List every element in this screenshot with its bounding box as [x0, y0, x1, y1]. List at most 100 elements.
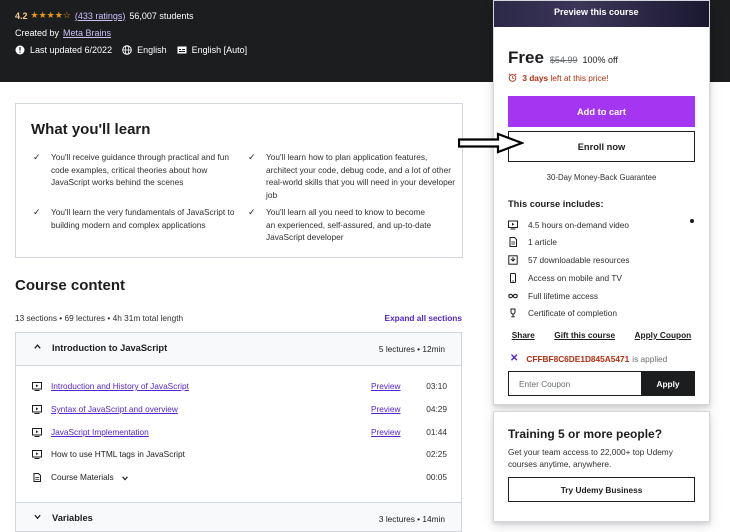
include-text: 1 article [528, 237, 558, 247]
chevron-down-icon [33, 512, 42, 524]
lecture-row: How to use HTML tags in JavaScript 02:25 [16, 448, 463, 462]
learn-title: What you'll learn [31, 121, 151, 138]
chevron-down-icon[interactable] [121, 474, 129, 482]
expand-all-sections-button[interactable]: Expand all sections [385, 313, 462, 323]
course-preview-video[interactable]: Preview this course [494, 1, 709, 27]
video-icon [32, 382, 42, 391]
lecture-row[interactable]: Syntax of JavaScript and overview Previe… [16, 403, 463, 417]
lecture-row[interactable]: Introduction and History of JavaScript P… [16, 380, 463, 394]
include-item: Access on mobile and TV [508, 273, 622, 283]
students-count: 56,007 students [129, 10, 194, 21]
learn-item-text: You'll learn the very fundamentals of Ja… [51, 207, 235, 230]
language-text: English [137, 45, 167, 55]
discount-label: 100% off [582, 55, 618, 65]
gift-course-link[interactable]: Gift this course [554, 330, 615, 340]
created-by-row: Created by Meta Brains [15, 28, 115, 38]
learn-item: ✓ You'll learn how to plan application f… [248, 151, 456, 201]
captions: English [Auto] [177, 45, 248, 55]
business-box: Training 5 or more people? Get your team… [493, 411, 710, 522]
last-updated-text: Last updated 6/2022 [30, 45, 113, 55]
includes-title: This course includes: [508, 199, 604, 209]
include-text: Certificate of completion [528, 308, 618, 318]
chevron-up-icon [33, 342, 42, 354]
video-icon [32, 405, 42, 414]
business-text: Get your team access to 22,000+ top Udem… [508, 447, 673, 469]
enroll-now-button[interactable]: Enroll now [508, 131, 695, 162]
preview-link[interactable]: Preview [371, 381, 401, 391]
lecture-row[interactable]: Course Materials 00:05 [16, 471, 463, 485]
lecture-list: Introduction and History of JavaScript P… [15, 366, 462, 502]
include-text: 4.5 hours on-demand video [528, 220, 630, 230]
remove-coupon-icon[interactable]: ✕ [510, 353, 518, 364]
section-header-variables[interactable]: Variables 3 lectures • 14min [15, 502, 462, 532]
file-icon [33, 473, 41, 482]
preview-link[interactable]: Preview [371, 427, 401, 437]
video-icon [508, 220, 518, 230]
applied-coupon: ✕ CFFBF8C6DE1D845A5471 is applied [510, 353, 667, 364]
check-icon: ✓ [33, 207, 41, 217]
rating-value: 4.2 [15, 10, 28, 21]
lecture-duration: 04:29 [426, 404, 447, 414]
what-youll-learn-box: What you'll learn ✓ You'll receive guida… [15, 103, 463, 258]
price-row: Free $54.99 100% off [508, 48, 618, 68]
lecture-name: How to use HTML tags in JavaScript [51, 449, 185, 459]
learn-item: ✓ You'll receive guidance through practi… [33, 151, 246, 189]
lecture-duration: 01:44 [426, 427, 447, 437]
lecture-duration: 02:25 [426, 449, 447, 459]
coupon-input[interactable] [508, 371, 642, 396]
include-item: Certificate of completion [508, 308, 617, 318]
share-link[interactable]: Share [512, 330, 535, 340]
price-timer: 3 days left at this price! [508, 73, 609, 83]
mobile-icon [510, 273, 516, 283]
include-text: 57 downloadable resources [528, 255, 630, 265]
rating-row: 4.2 ★★★★☆ (433 ratings) 56,007 students [15, 10, 193, 21]
course-content-title: Course content [15, 277, 126, 294]
apply-coupon-button[interactable]: Apply [641, 371, 695, 396]
captions-icon [177, 46, 187, 54]
lecture-row[interactable]: JavaScript Implementation Preview 01:44 [16, 426, 463, 440]
preview-link[interactable]: Preview [371, 404, 401, 414]
check-icon: ✓ [248, 207, 256, 217]
globe-icon [122, 45, 132, 55]
try-udemy-business-button[interactable]: Try Udemy Business [508, 477, 695, 502]
section-info: 5 lectures • 12min [378, 344, 445, 354]
learn-item-text: You'll learn how to plan application fea… [266, 152, 456, 200]
lecture-link[interactable]: Syntax of JavaScript and overview [51, 404, 178, 414]
author-link[interactable]: Meta Brains [63, 28, 111, 38]
trophy-icon [510, 308, 516, 318]
download-icon [508, 255, 518, 265]
include-text: Access on mobile and TV [528, 273, 622, 283]
timer-text: left at this price! [550, 73, 609, 83]
infinity-icon [508, 293, 518, 299]
section-title: Introduction to JavaScript [52, 343, 168, 353]
star-rating-icon: ★★★★☆ [30, 10, 71, 20]
lecture-duration: 00:05 [426, 472, 447, 482]
apply-coupon-link[interactable]: Apply Coupon [635, 330, 692, 340]
lecture-name[interactable]: Course Materials [51, 472, 129, 482]
business-title: Training 5 or more people? [508, 427, 663, 441]
learn-item: ✓ You'll learn all you need to know to b… [248, 206, 436, 244]
check-icon: ✓ [33, 152, 41, 162]
lecture-link[interactable]: JavaScript Implementation [51, 427, 149, 437]
current-price: Free [508, 48, 544, 67]
created-by-label: Created by [15, 28, 60, 38]
include-item: 1 article [508, 237, 557, 247]
video-icon [32, 428, 42, 437]
coupon-code: CFFBF8C6DE1D845A5471 [526, 353, 630, 364]
lecture-link[interactable]: Introduction and History of JavaScript [51, 381, 189, 391]
learn-item-text: You'll learn all you need to know to bec… [266, 207, 432, 242]
learn-item-text: You'll receive guidance through practica… [51, 152, 229, 187]
preview-label: Preview this course [554, 7, 639, 17]
include-item: 57 downloadable resources [508, 255, 629, 265]
coupon-status: is applied [632, 353, 668, 364]
captions-text: English [Auto] [191, 45, 248, 55]
dot-marker [690, 219, 694, 223]
section-header-introduction[interactable]: Introduction to JavaScript 5 lectures • … [15, 332, 462, 366]
timer-days: 3 days [522, 73, 549, 83]
language: English [122, 45, 167, 55]
add-to-cart-button[interactable]: Add to cart [508, 96, 695, 127]
ratings-count-link[interactable]: (433 ratings) [75, 11, 126, 21]
sidebar-links: Share Gift this course Apply Coupon [494, 330, 709, 340]
lecture-duration: 03:10 [426, 381, 447, 391]
arrow-right-icon [458, 132, 524, 154]
